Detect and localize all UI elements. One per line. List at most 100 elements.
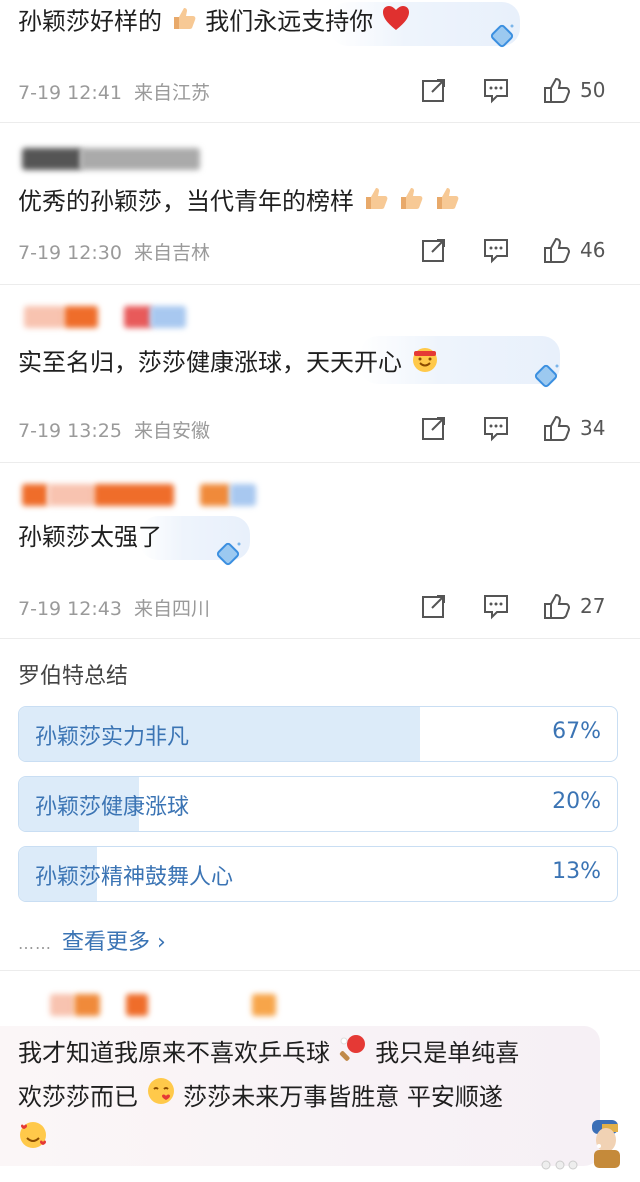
comment-time: 7-19 12:43 [18,598,122,620]
thumbs-up-icon [544,415,571,441]
comment-icon [484,595,508,620]
like-button[interactable]: 27 [542,590,605,622]
red-heart-emoji-icon [381,4,411,41]
share-button[interactable] [420,74,448,106]
comment-text-part: 我们永远支持你 [205,7,374,36]
comment-location: 来自江苏 [134,82,211,104]
like-count: 27 [580,594,606,618]
blurred-username [230,484,256,506]
ping-pong-balls-decoration-icon [540,1156,580,1170]
comment-button[interactable] [482,234,510,266]
comment-actions: 34 [420,412,640,444]
comment-location: 来自安徽 [134,420,211,442]
thumbs-up-icon [544,77,571,103]
blurred-username [50,994,74,1016]
comment-button[interactable] [482,412,510,444]
comment-time: 7-19 13:25 [18,420,122,442]
thumbs-up-emoji-icon [433,184,461,221]
smiling-face-hearts-emoji-icon [18,1120,48,1163]
divider [0,284,640,285]
poll-option-percent: 20% [552,789,601,814]
comment-button[interactable] [482,74,510,106]
share-icon [422,79,445,102]
poll-option-3[interactable]: 孙颖莎精神鼓舞人心 13% [18,846,618,902]
comment-text-part: 莎莎未来万事皆胜意 平安顺遂 [183,1082,503,1111]
blurred-username [94,484,174,506]
comment-text: 优秀的孙颖莎，当代青年的榜样 [18,184,461,221]
comment-actions: 46 [420,234,640,266]
blurred-username [252,994,276,1016]
comment-text: 孙颖莎好样的 我们永远支持你 [18,4,411,41]
like-count: 34 [580,416,606,440]
comment-icon [484,79,508,104]
blurred-username [74,994,100,1016]
comment-line: 欢莎莎而已 莎莎未来万事皆胜意 平安顺遂 [18,1076,598,1120]
comment-meta: 7-19 12:43 来自四川 [18,594,210,621]
comment-meta: 7-19 12:41 来自江苏 [18,78,210,105]
divider [0,122,640,123]
divider [0,970,640,971]
girl-with-pearl-earring-sticker-icon [586,1116,626,1170]
like-count: 50 [580,78,606,102]
blurred-username [126,994,148,1016]
comment-text-part: 实至名归，莎莎健康涨球，天天开心 [18,348,402,377]
blurred-username [22,148,82,170]
blurred-username [80,148,200,170]
thumbs-up-emoji-icon [170,4,198,41]
comment-icon [484,239,508,264]
comment-text: 我才知道我原来不喜欢乒乓球 我只是单纯喜 欢莎莎而已 莎莎未来万事皆胜意 平安顺… [18,1032,598,1163]
poll-option-label: 孙颖莎健康涨球 [35,795,190,820]
blue-gem-sticker-icon [532,362,560,390]
blurred-username [124,306,152,328]
comment-actions: 27 [420,590,640,622]
face-blowing-kiss-emoji-icon [146,1076,176,1119]
thumbs-up-emoji-icon [362,184,390,221]
share-button[interactable] [420,590,448,622]
ellipsis: …… [18,934,52,953]
comment-text-part: 优秀的孙颖莎，当代青年的榜样 [18,187,354,216]
blurred-username [24,306,64,328]
like-button[interactable]: 50 [542,74,605,106]
comment-actions: 50 [420,74,640,106]
comment-meta: 7-19 12:30 来自吉林 [18,238,210,265]
share-icon [422,417,445,440]
poll-option-label: 孙颖莎实力非凡 [35,725,190,750]
share-button[interactable] [420,412,448,444]
poll-title: 罗伯特总结 [18,664,129,689]
blue-gem-sticker-icon [488,22,516,50]
comment-meta: 7-19 13:25 来自安徽 [18,416,210,443]
smiling-face-headband-emoji-icon [410,344,440,383]
blurred-username [22,484,48,506]
poll-option-1[interactable]: 孙颖莎实力非凡 67% [18,706,618,762]
view-more-label: 查看更多 › [62,930,166,955]
like-button[interactable]: 46 [542,234,605,266]
blue-gem-sticker-icon [214,540,242,568]
comment-text-part: 我才知道我原来不喜欢乒乓球 [18,1039,330,1067]
comment-text: 孙颖莎太强了 [18,523,162,551]
thumbs-up-emoji-icon [397,184,425,221]
view-more-link[interactable]: …… 查看更多 › [18,924,166,956]
comment-location: 来自吉林 [134,242,211,264]
poll-option-percent: 13% [552,859,601,884]
comment-location: 来自四川 [134,598,211,620]
comment-text-part: 孙颖莎好样的 [18,7,162,36]
comment-button[interactable] [482,590,510,622]
blurred-username [48,484,94,506]
divider [0,638,640,639]
poll-option-2[interactable]: 孙颖莎健康涨球 20% [18,776,618,832]
like-count: 46 [580,238,606,262]
poll-option-label: 孙颖莎精神鼓舞人心 [35,865,234,890]
blurred-username [150,306,186,328]
share-button[interactable] [420,234,448,266]
comment-text-part: 我只是单纯喜 [375,1039,520,1067]
comment-text-part: 欢莎莎而已 [18,1082,138,1111]
thumbs-up-icon [544,593,571,619]
thumbs-up-icon [544,237,571,263]
comment-time: 7-19 12:30 [18,242,122,264]
comment-text: 实至名归，莎莎健康涨球，天天开心 [18,344,440,383]
blurred-username [200,484,230,506]
comment-line: 我才知道我原来不喜欢乒乓球 我只是单纯喜 [18,1032,598,1076]
like-button[interactable]: 34 [542,412,605,444]
comment-line [18,1119,598,1163]
divider [0,462,640,463]
